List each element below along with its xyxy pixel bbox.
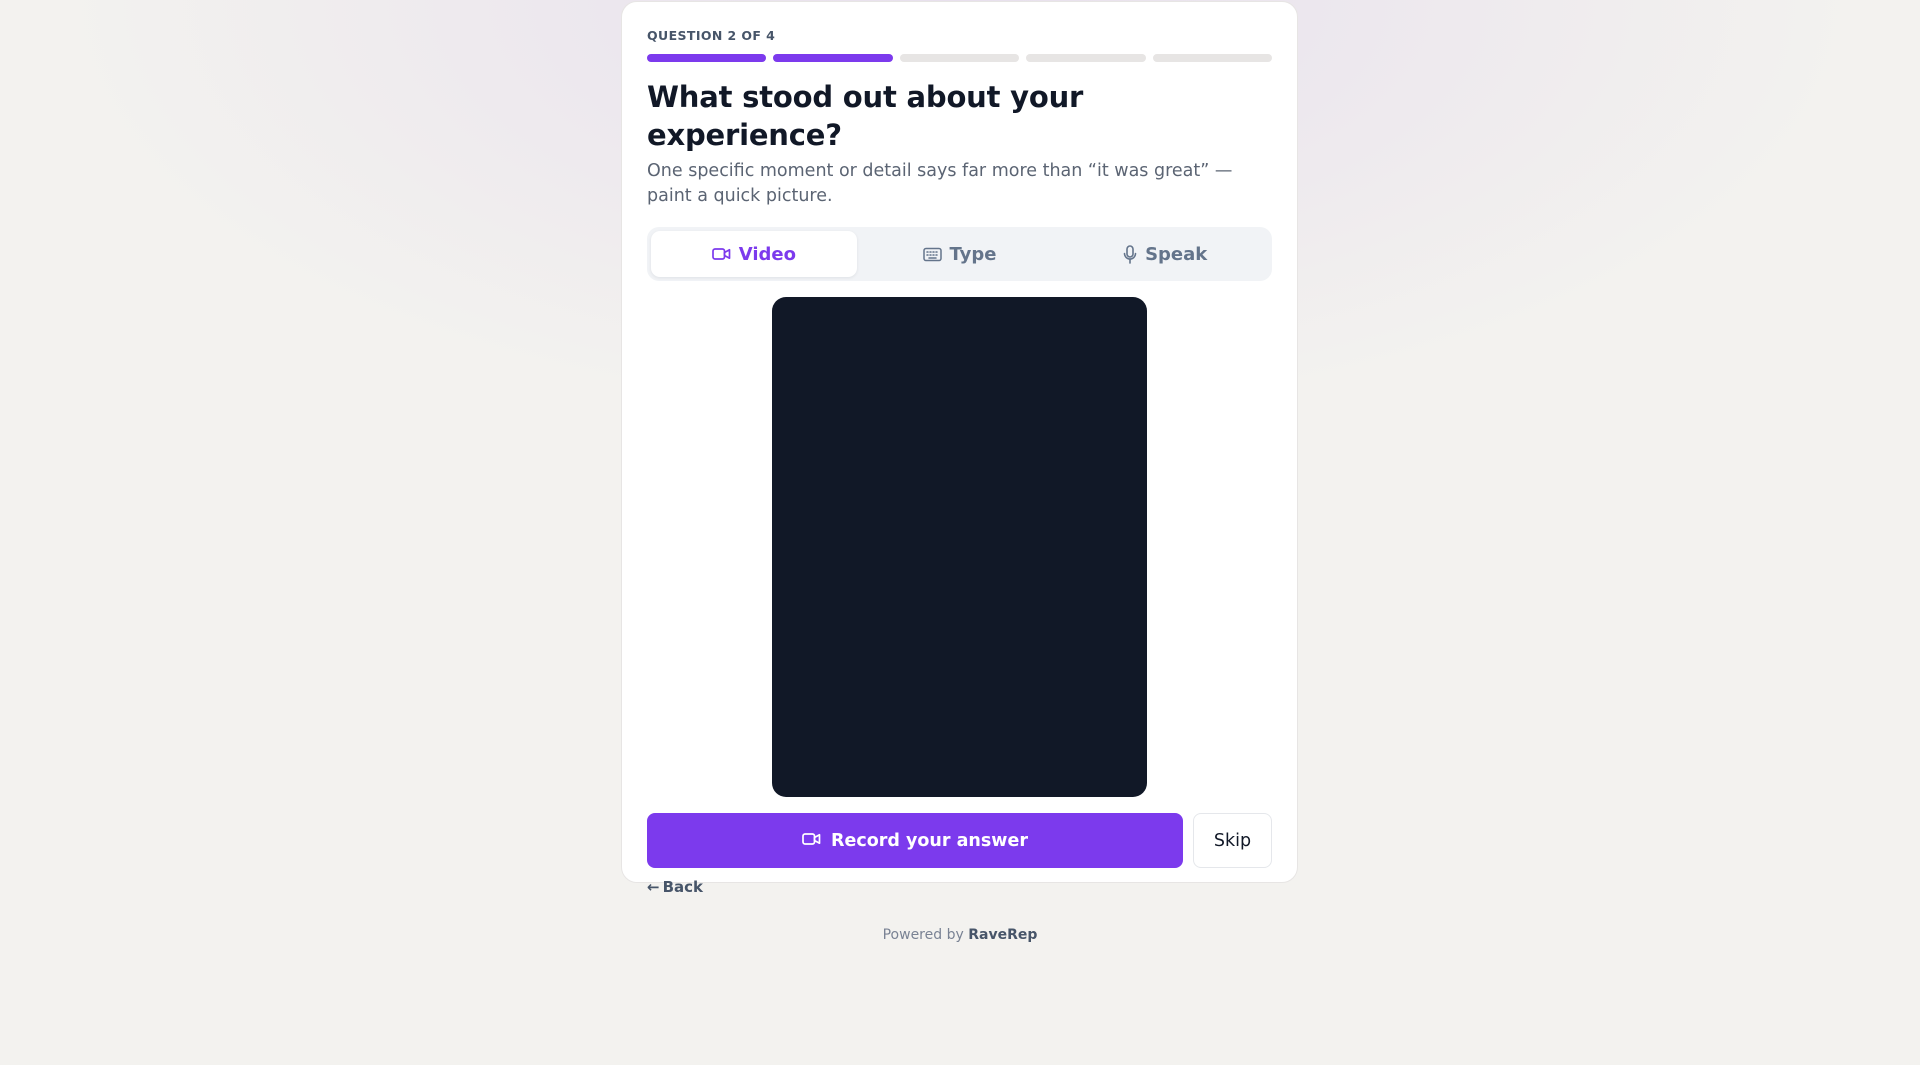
question-title: What stood out about your experience? — [647, 80, 1084, 152]
powered-by-text: Powered by — [882, 927, 964, 943]
back-label: Back — [662, 878, 704, 896]
progress-segment — [773, 54, 893, 62]
progress-segment — [1026, 54, 1146, 62]
record-answer-label: Record your answer — [831, 830, 1028, 851]
progress-bar — [647, 54, 1273, 62]
video-camera-icon — [711, 247, 731, 261]
tab-label: Video — [738, 243, 796, 265]
tab-type[interactable]: Type — [857, 231, 1063, 277]
video-camera-icon — [802, 831, 821, 851]
progress-segment — [899, 54, 1020, 62]
powered-by-footer: Powered by RaveRep — [0, 927, 1920, 943]
skip-button[interactable]: Skip — [1193, 813, 1272, 868]
answer-actions: Record your answer Skip — [647, 813, 1272, 868]
tab-video[interactable]: Video — [651, 231, 857, 277]
tab-label: Type — [949, 243, 997, 265]
brand-link[interactable]: RaveRep — [968, 927, 1037, 943]
arrow-left-icon: ← — [647, 878, 660, 896]
tab-speak[interactable]: Speak — [1062, 231, 1268, 277]
video-preview — [772, 297, 1147, 797]
tab-label: Speak — [1145, 243, 1208, 265]
question-subtitle: One specific moment or detail says far m… — [647, 161, 1233, 206]
survey-card: QUESTION 2 OF 4 What stood out about you… — [621, 1, 1298, 896]
record-answer-button[interactable]: Record your answer — [647, 813, 1183, 868]
question-counter: QUESTION 2 OF 4 — [647, 28, 776, 43]
keyboard-icon — [922, 247, 942, 262]
microphone-icon — [1123, 244, 1137, 264]
progress-segment — [1152, 54, 1273, 62]
answer-mode-tabs: Video Type Speak — [647, 227, 1272, 281]
back-link[interactable]: ← Back — [647, 878, 703, 896]
progress-segment — [647, 54, 767, 62]
